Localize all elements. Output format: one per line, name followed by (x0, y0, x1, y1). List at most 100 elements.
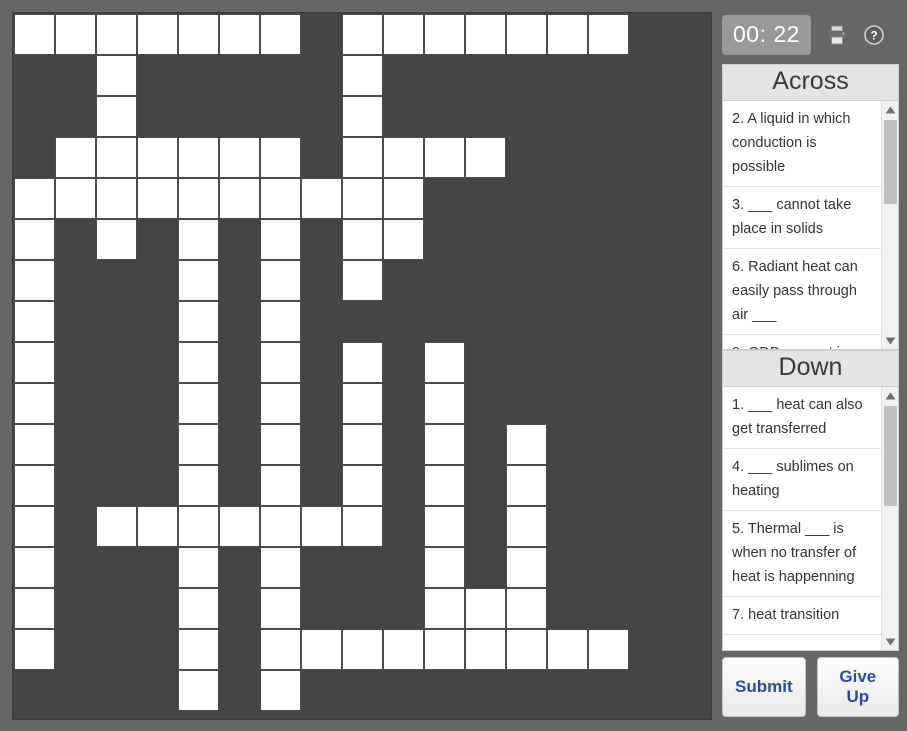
crossword-cell[interactable] (260, 383, 301, 424)
crossword-cell[interactable] (137, 506, 178, 547)
clue-item[interactable]: 5. Thermal ___ is when no transfer of he… (723, 511, 881, 597)
crossword-cell[interactable] (178, 301, 219, 342)
crossword-cell[interactable] (14, 424, 55, 465)
crossword-cell[interactable] (178, 670, 219, 711)
crossword-cell[interactable] (506, 506, 547, 547)
question-mark-icon[interactable]: ? (863, 24, 885, 46)
crossword-cell[interactable] (219, 137, 260, 178)
crossword-cell[interactable] (178, 506, 219, 547)
crossword-cell[interactable] (506, 424, 547, 465)
crossword-cell[interactable] (96, 14, 137, 55)
clue-item[interactable]: 9. ODD one out in (723, 335, 881, 349)
crossword-cell[interactable] (506, 14, 547, 55)
crossword-cell[interactable] (96, 219, 137, 260)
across-scrollbar[interactable] (881, 101, 898, 349)
submit-button[interactable]: Submit (722, 657, 806, 717)
crossword-cell[interactable] (342, 14, 383, 55)
crossword-cell[interactable] (383, 137, 424, 178)
crossword-cell[interactable] (547, 14, 588, 55)
crossword-cell[interactable] (342, 137, 383, 178)
crossword-cell[interactable] (178, 465, 219, 506)
crossword-cell[interactable] (178, 383, 219, 424)
crossword-cell[interactable] (178, 588, 219, 629)
crossword-cell[interactable] (301, 629, 342, 670)
crossword-cell[interactable] (424, 588, 465, 629)
scroll-down-arrow-across[interactable] (882, 332, 898, 349)
crossword-cell[interactable] (178, 137, 219, 178)
crossword-cell[interactable] (55, 14, 96, 55)
crossword-cell[interactable] (96, 178, 137, 219)
crossword-cell[interactable] (14, 342, 55, 383)
crossword-cell[interactable] (342, 260, 383, 301)
crossword-cell[interactable] (96, 96, 137, 137)
crossword-cell[interactable] (178, 14, 219, 55)
down-scroll-thumb[interactable] (884, 406, 897, 506)
crossword-cell[interactable] (424, 547, 465, 588)
crossword-cell[interactable] (14, 14, 55, 55)
crossword-cell[interactable] (260, 670, 301, 711)
crossword-cell[interactable] (342, 424, 383, 465)
crossword-cell[interactable] (178, 342, 219, 383)
crossword-cell[interactable] (14, 383, 55, 424)
crossword-cell[interactable] (342, 465, 383, 506)
crossword-cell[interactable] (260, 342, 301, 383)
crossword-cell[interactable] (178, 547, 219, 588)
across-clue-list[interactable]: 2. A liquid in which conduction is possi… (722, 100, 899, 350)
crossword-cell[interactable] (178, 260, 219, 301)
crossword-cell[interactable] (260, 260, 301, 301)
crossword-cell[interactable] (260, 219, 301, 260)
crossword-cell[interactable] (260, 588, 301, 629)
crossword-cell[interactable] (465, 137, 506, 178)
scroll-up-arrow-down[interactable] (882, 387, 898, 404)
crossword-cell[interactable] (424, 629, 465, 670)
clue-item[interactable]: 7. heat transition (723, 597, 881, 635)
crossword-cell[interactable] (137, 178, 178, 219)
crossword-cell[interactable] (342, 96, 383, 137)
crossword-cell[interactable] (178, 178, 219, 219)
give-up-button[interactable]: Give Up (816, 657, 899, 717)
crossword-cell[interactable] (260, 424, 301, 465)
crossword-cell[interactable] (96, 55, 137, 96)
crossword-cell[interactable] (14, 465, 55, 506)
crossword-cell[interactable] (506, 629, 547, 670)
crossword-cell[interactable] (219, 14, 260, 55)
crossword-cell[interactable] (342, 55, 383, 96)
crossword-cell[interactable] (342, 629, 383, 670)
crossword-cell[interactable] (547, 629, 588, 670)
crossword-cell[interactable] (14, 260, 55, 301)
down-clue-list[interactable]: 1. ___ heat can also get transferred 4. _… (722, 386, 899, 651)
crossword-cell[interactable] (14, 178, 55, 219)
crossword-cell[interactable] (465, 588, 506, 629)
crossword-cell[interactable] (219, 178, 260, 219)
across-scroll-thumb[interactable] (884, 120, 897, 204)
crossword-cell[interactable] (301, 178, 342, 219)
clue-item[interactable]: 3. ___ cannot take place in solids (723, 187, 881, 249)
crossword-cell[interactable] (260, 629, 301, 670)
crossword-cell[interactable] (14, 547, 55, 588)
crossword-cell[interactable] (383, 14, 424, 55)
crossword-cell[interactable] (342, 219, 383, 260)
crossword-cell[interactable] (424, 506, 465, 547)
crossword-board[interactable] (12, 12, 712, 720)
crossword-cell[interactable] (260, 178, 301, 219)
crossword-cell[interactable] (178, 424, 219, 465)
crossword-cell[interactable] (383, 629, 424, 670)
crossword-grid[interactable] (14, 14, 670, 711)
crossword-cell[interactable] (342, 342, 383, 383)
crossword-cell[interactable] (96, 137, 137, 178)
down-scrollbar[interactable] (881, 387, 898, 650)
crossword-cell[interactable] (588, 629, 629, 670)
crossword-cell[interactable] (14, 301, 55, 342)
crossword-cell[interactable] (424, 383, 465, 424)
crossword-cell[interactable] (14, 588, 55, 629)
crossword-cell[interactable] (424, 137, 465, 178)
crossword-cell[interactable] (342, 383, 383, 424)
clue-item[interactable]: 2. A liquid in which conduction is possi… (723, 101, 881, 187)
crossword-cell[interactable] (260, 14, 301, 55)
crossword-cell[interactable] (506, 465, 547, 506)
crossword-cell[interactable] (342, 178, 383, 219)
crossword-cell[interactable] (588, 14, 629, 55)
clue-item[interactable]: 1. ___ heat can also get transferred (723, 387, 881, 449)
crossword-cell[interactable] (14, 629, 55, 670)
crossword-cell[interactable] (383, 219, 424, 260)
